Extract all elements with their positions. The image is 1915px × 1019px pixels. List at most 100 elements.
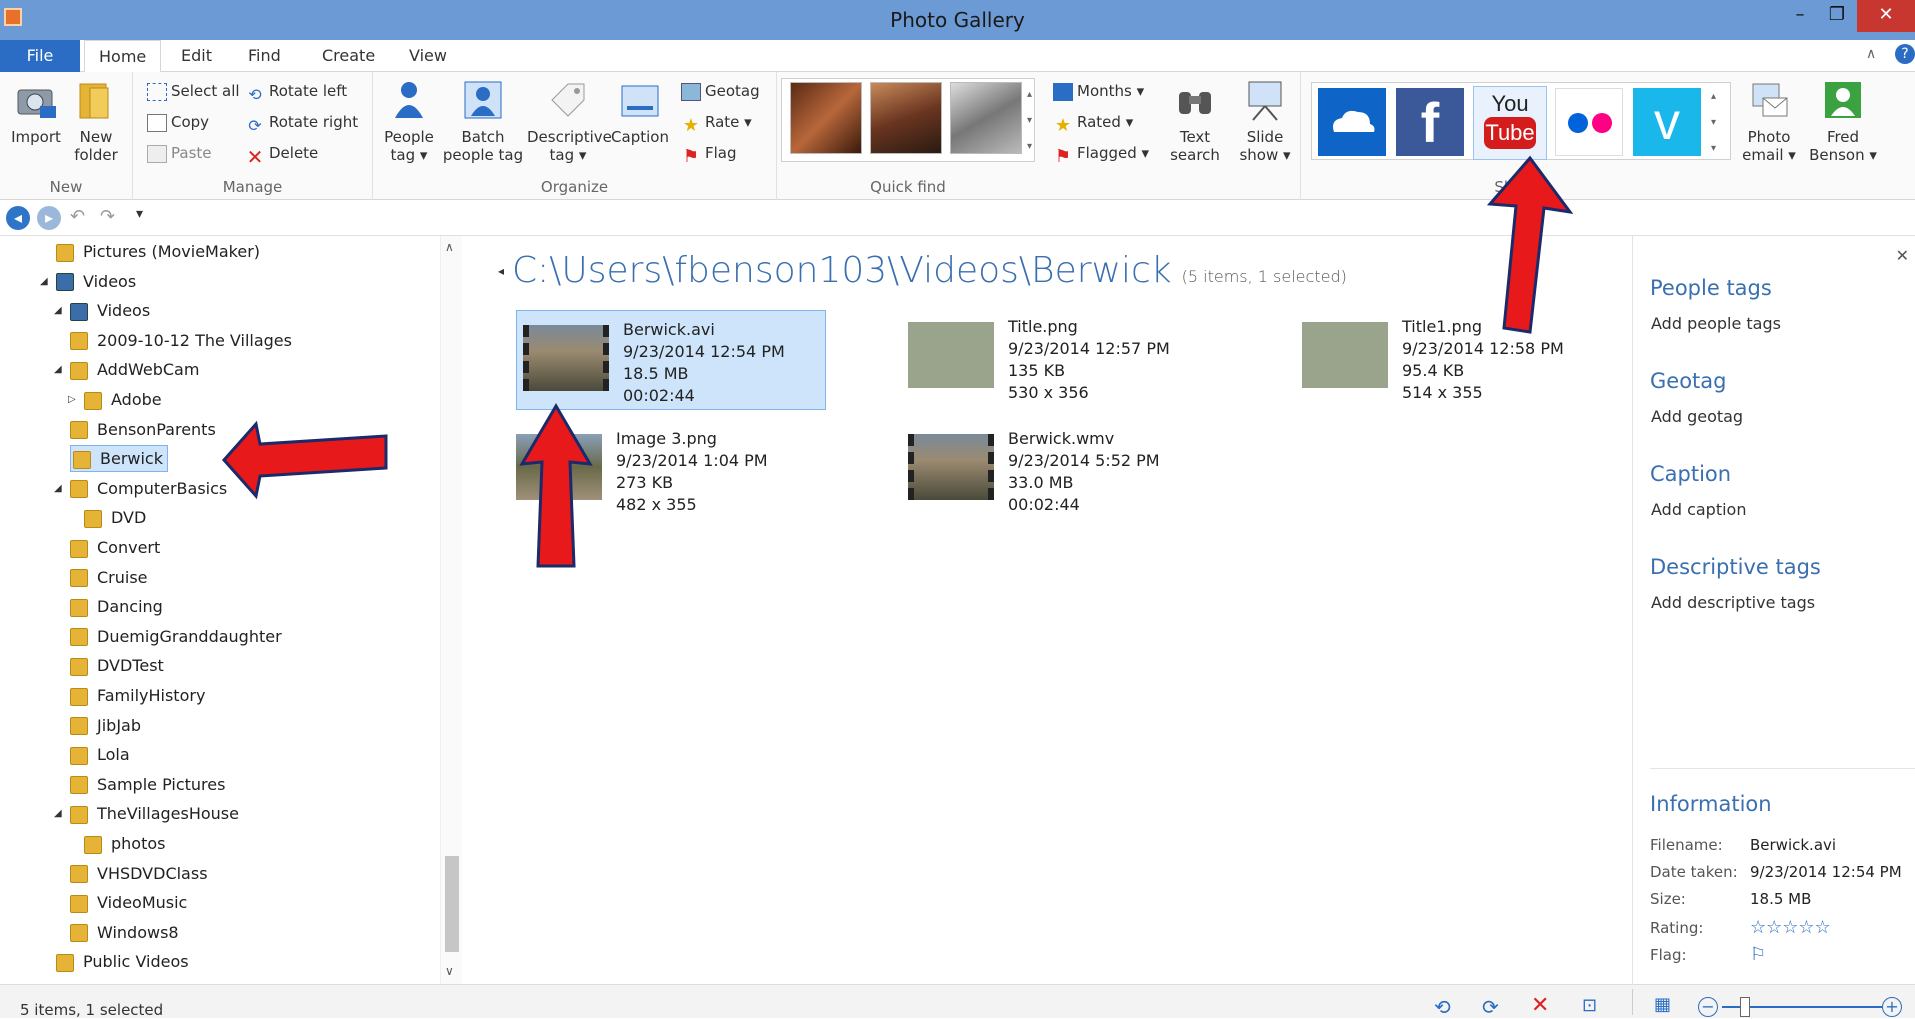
flag-button[interactable]: ⚑ Flag <box>681 141 737 167</box>
facebook-icon[interactable]: f <box>1396 88 1464 156</box>
tree-item[interactable]: JibJab <box>70 712 141 740</box>
collapse-node-icon[interactable]: ◢ <box>54 808 64 819</box>
tree-item[interactable]: Convert <box>70 534 160 562</box>
info-value[interactable]: ☆☆☆☆☆ <box>1750 917 1831 938</box>
close-button[interactable]: ✕ <box>1857 0 1915 32</box>
tree-item[interactable]: DVDTest <box>70 652 164 680</box>
gallery-scroll-icon[interactable]: ▴ ▾ ▾ <box>1027 82 1032 160</box>
geotag-button[interactable]: Geotag <box>681 79 760 103</box>
tree-item[interactable]: DVD <box>84 504 146 532</box>
import-button[interactable]: Import <box>8 78 64 146</box>
person-thumbnail[interactable] <box>950 82 1022 154</box>
tree-item[interactable]: VideoMusic <box>70 889 187 917</box>
rotate-left-icon[interactable]: ⟲ <box>1434 995 1451 1019</box>
tab-home[interactable]: Home <box>84 40 162 73</box>
gallery-item[interactable]: Berwick.wmv 9/23/2014 5:52 PM 33.0 MB 00:02… <box>902 420 1202 520</box>
info-value[interactable]: ⚐ <box>1750 944 1766 965</box>
tree-item[interactable]: Berwick <box>70 445 168 473</box>
tree-item[interactable]: ComputerBasics <box>70 475 227 503</box>
close-pane-icon[interactable]: ✕ <box>1896 246 1909 265</box>
slideshow-icon[interactable]: ⊡ <box>1582 995 1597 1016</box>
batch-people-tag-button[interactable]: Batch people tag <box>441 78 525 164</box>
descriptive-tag-button[interactable]: Descriptive tag ▾ <box>527 78 612 164</box>
photo-email-button[interactable]: Photo email ▾ <box>1737 78 1801 164</box>
customize-toolbar-icon[interactable]: ▾ <box>136 206 143 222</box>
person-thumbnail[interactable] <box>790 82 862 154</box>
paste-button[interactable]: Paste <box>147 141 212 165</box>
tab-file[interactable]: File <box>0 40 80 72</box>
text-search-button[interactable]: Text search <box>1162 78 1228 164</box>
share-gallery-scroll-icon[interactable]: ▴ ▾ ▾ <box>1711 84 1716 162</box>
onedrive-icon[interactable] <box>1318 88 1386 156</box>
tree-item[interactable]: Pictures (MovieMaker) <box>56 238 260 266</box>
redo-icon[interactable]: ↷ <box>100 206 115 227</box>
new-folder-button[interactable]: New folder <box>68 78 124 164</box>
flagged-button[interactable]: ⚑ Flagged ▾ <box>1053 141 1149 167</box>
help-icon[interactable]: ? <box>1895 44 1915 64</box>
tree-item[interactable]: VHSDVDClass <box>70 860 208 888</box>
rotate-right-icon[interactable]: ⟳ <box>1482 995 1499 1019</box>
vimeo-icon[interactable]: v <box>1633 88 1701 156</box>
tree-item[interactable]: Public Videos <box>56 948 189 976</box>
tab-view[interactable]: View <box>395 40 461 72</box>
restore-button[interactable]: ❐ <box>1815 0 1859 32</box>
undo-icon[interactable]: ↶ <box>70 206 85 227</box>
tab-create[interactable]: Create <box>308 40 389 72</box>
tab-find[interactable]: Find <box>234 40 295 72</box>
gallery-item[interactable]: Title.png 9/23/2014 12:57 PM 135 KB 530 x 3… <box>902 308 1202 408</box>
caption-button[interactable]: Caption <box>609 78 671 146</box>
gallery-item[interactable]: Title1.png 9/23/2014 12:58 PM 95.4 KB 514 x… <box>1296 308 1596 408</box>
slide-show-button[interactable]: Slide show ▾ <box>1233 78 1297 164</box>
tree-item[interactable]: Videos <box>56 268 136 296</box>
rotate-right-button[interactable]: ⟳ Rotate right <box>245 110 358 135</box>
tree-item[interactable]: Videos <box>70 297 150 325</box>
tree-item[interactable]: BensonParents <box>70 416 216 444</box>
collapse-node-icon[interactable]: ◢ <box>54 305 64 316</box>
thumbnail-view-icon[interactable]: ▦ <box>1654 994 1671 1015</box>
person-thumbnail[interactable] <box>870 82 942 154</box>
user-account-button[interactable]: Fred Benson ▾ <box>1806 78 1880 164</box>
tree-item[interactable]: photos <box>84 830 165 858</box>
rate-button[interactable]: ★ Rate ▾ <box>681 110 752 136</box>
back-icon[interactable]: ◂ <box>6 206 30 230</box>
collapse-group-icon[interactable]: ◂ <box>498 264 504 278</box>
add-descriptive-tags-link[interactable]: Add descriptive tags <box>1651 593 1815 612</box>
zoom-in-icon[interactable]: + <box>1882 997 1902 1017</box>
collapse-node-icon[interactable]: ◢ <box>54 483 64 494</box>
zoom-out-icon[interactable]: − <box>1698 997 1718 1017</box>
scrollbar-thumb[interactable] <box>445 856 459 952</box>
tree-item[interactable]: Windows8 <box>70 919 179 947</box>
people-tag-button[interactable]: People tag ▾ <box>379 78 439 164</box>
collapse-node-icon[interactable]: ◢ <box>54 364 64 375</box>
tree-item[interactable]: Sample Pictures <box>70 771 225 799</box>
tree-item[interactable]: TheVillagesHouse <box>70 800 239 828</box>
forward-icon[interactable]: ▸ <box>37 206 61 230</box>
select-all-button[interactable]: Select all <box>147 79 240 103</box>
add-geotag-link[interactable]: Add geotag <box>1651 407 1743 426</box>
rotate-left-button[interactable]: ⟲ Rotate left <box>245 79 347 104</box>
copy-button[interactable]: Copy <box>147 110 209 134</box>
add-caption-link[interactable]: Add caption <box>1651 500 1746 519</box>
scroll-down-icon[interactable]: ∨ <box>445 964 454 978</box>
gallery-item[interactable]: Image 3.png 9/23/2014 1:04 PM 273 KB 482 x … <box>510 420 810 520</box>
expand-node-icon[interactable]: ▷ <box>68 394 78 405</box>
delete-button[interactable]: ✕ Delete <box>245 141 319 169</box>
zoom-slider-thumb[interactable] <box>1740 997 1750 1017</box>
tree-item[interactable]: Adobe <box>84 386 162 414</box>
delete-icon[interactable]: ✕ <box>1531 993 1549 1018</box>
tree-item[interactable]: Lola <box>70 741 130 769</box>
tree-item[interactable]: AddWebCam <box>70 356 199 384</box>
tree-item[interactable]: 2009-10-12 The Villages <box>70 327 292 355</box>
tree-scrollbar[interactable]: ∧ ∨ <box>440 236 462 984</box>
months-button[interactable]: Months ▾ <box>1053 79 1144 103</box>
tab-edit[interactable]: Edit <box>167 40 226 72</box>
flickr-icon[interactable] <box>1555 88 1623 156</box>
add-people-tags-link[interactable]: Add people tags <box>1651 314 1781 333</box>
tree-item[interactable]: Dancing <box>70 593 163 621</box>
scroll-up-icon[interactable]: ∧ <box>445 240 454 254</box>
collapse-node-icon[interactable]: ◢ <box>40 276 50 287</box>
tree-item[interactable]: FamilyHistory <box>70 682 205 710</box>
youtube-icon[interactable]: You Tube <box>1473 86 1547 160</box>
rated-button[interactable]: ★ Rated ▾ <box>1053 110 1133 136</box>
tree-item[interactable]: DuemigGranddaughter <box>70 623 282 651</box>
